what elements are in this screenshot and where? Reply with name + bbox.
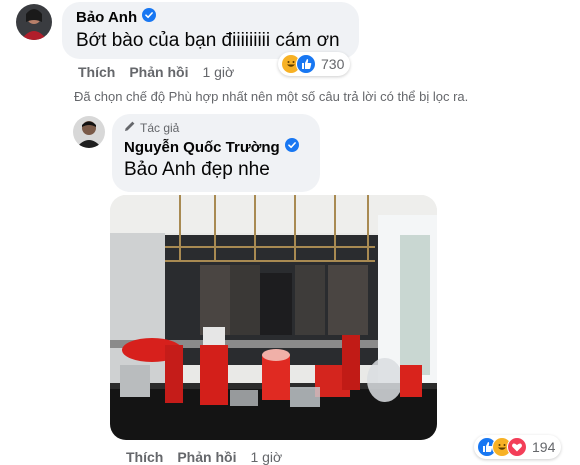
comment-time[interactable]: 1 giờ bbox=[202, 64, 234, 80]
avatar-nguyen-quoc-truong[interactable] bbox=[73, 116, 105, 148]
kitchen-photo-illustration bbox=[110, 195, 437, 440]
like-icon bbox=[296, 54, 316, 74]
verified-badge-icon bbox=[284, 138, 299, 156]
avatar-bao-anh[interactable] bbox=[16, 4, 52, 40]
reply-text: Bảo Anh đẹp nhe bbox=[124, 159, 270, 180]
comment-text: Bớt bào của bạn điiiiiiiii cám ơn bbox=[76, 30, 340, 51]
reply-author-row: Nguyễn Quốc Trường bbox=[124, 138, 308, 156]
reply-reactions[interactable]: 194 bbox=[474, 435, 562, 459]
pen-icon bbox=[124, 120, 136, 135]
author-badge: Tác giả bbox=[124, 120, 308, 135]
comment-reactions[interactable]: 730 bbox=[278, 52, 351, 76]
reply-photo[interactable] bbox=[110, 195, 437, 440]
reaction-count: 194 bbox=[532, 439, 556, 455]
like-button[interactable]: Thích bbox=[78, 64, 115, 80]
comment-actions: Thích Phản hồi 1 giờ bbox=[78, 64, 234, 80]
reply-time[interactable]: 1 giờ bbox=[250, 449, 282, 465]
verified-badge-icon bbox=[142, 8, 157, 26]
comment-author-row: Bảo Anh bbox=[76, 8, 345, 26]
reply-bubble-nguyen-quoc-truong: Tác giả Nguyễn Quốc Trường Bảo Anh đẹp n… bbox=[112, 114, 320, 192]
love-icon bbox=[507, 437, 527, 457]
reply-button[interactable]: Phản hồi bbox=[129, 64, 188, 80]
reply-button[interactable]: Phản hồi bbox=[177, 449, 236, 465]
reaction-count: 730 bbox=[321, 56, 345, 72]
comment-bubble-bao-anh: Bảo Anh Bớt bào của bạn điiiiiiiii cám ơ… bbox=[62, 2, 359, 59]
author-badge-label: Tác giả bbox=[140, 120, 180, 135]
like-button[interactable]: Thích bbox=[126, 449, 163, 465]
reply-author-name[interactable]: Nguyễn Quốc Trường bbox=[124, 139, 280, 156]
reply-actions: Thích Phản hồi 1 giờ bbox=[126, 449, 282, 465]
comment-author-name[interactable]: Bảo Anh bbox=[76, 9, 137, 26]
filter-note: Đã chọn chế độ Phù hợp nhất nên một số c… bbox=[74, 89, 469, 104]
